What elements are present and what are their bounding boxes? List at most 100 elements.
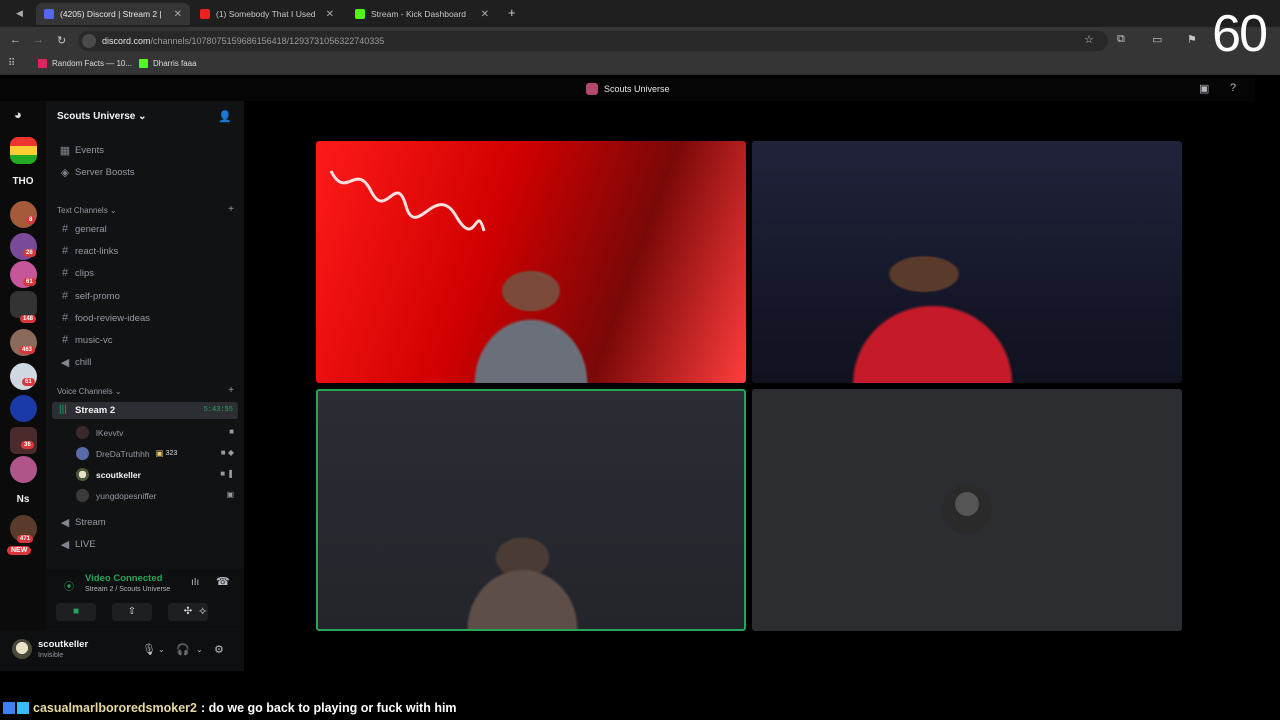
reload-icon[interactable]: ↻	[57, 34, 66, 47]
tab-youtube[interactable]: (1) Somebody That I Used ✕	[192, 3, 342, 25]
help-icon[interactable]: ?	[1230, 82, 1236, 94]
server-icon[interactable]	[10, 363, 37, 390]
profile-icon[interactable]: ⚑	[1187, 33, 1197, 46]
new-tab-icon[interactable]: +	[508, 5, 516, 20]
soundboard-icon[interactable]: ✧	[198, 605, 207, 618]
forward-icon[interactable]: →	[33, 34, 44, 46]
video-button[interactable]: ■	[56, 603, 96, 621]
chevron-down-icon[interactable]: ⌄	[196, 645, 203, 654]
bookmark-favicon-icon	[38, 59, 47, 68]
hash-icon: #	[61, 290, 69, 302]
chevron-down-icon[interactable]: ⌄	[158, 645, 165, 654]
add-channel-icon[interactable]: +	[228, 385, 234, 396]
hash-icon: #	[61, 245, 69, 257]
channel-general[interactable]: # general	[58, 223, 107, 235]
unread-badge: 471	[17, 535, 34, 543]
channel-food-review-ideas[interactable]: # food-review-ideas	[58, 312, 150, 324]
connection-channel[interactable]: Stream 2 / Scouts Universe	[85, 586, 170, 593]
video-tile-yungdopesniffer[interactable]	[752, 389, 1182, 631]
speaker-icon: ◀	[60, 357, 70, 369]
voice-user[interactable]: yungdopesniffer	[76, 489, 156, 502]
voice-channel-stream[interactable]: ◀ Stream	[58, 516, 106, 529]
new-badge: NEW	[7, 546, 32, 555]
address-toolbar: ← → ↻ discord.com/channels/1078075159686…	[0, 27, 1280, 55]
kick-favicon-icon	[355, 9, 365, 19]
hash-icon: #	[61, 223, 69, 235]
close-icon[interactable]: ✕	[326, 9, 334, 20]
user-status: Invisible	[38, 652, 64, 659]
invite-icon[interactable]: 👤	[218, 110, 232, 123]
bookmarks-bar: ⠿ Random Facts — 10... Dharris faaa	[0, 55, 1280, 75]
server-label[interactable]: Ns	[0, 494, 46, 505]
text-channels-category[interactable]: Text Channels ⌄	[57, 206, 117, 215]
channel-react-links[interactable]: # react-links	[58, 245, 118, 257]
url-text: discord.com/channels/1078075159686156418…	[102, 36, 385, 46]
channel-chill[interactable]: ◀ chill	[58, 356, 92, 369]
add-channel-icon[interactable]: +	[228, 204, 234, 215]
bookmark-item[interactable]: Random Facts — 10...	[38, 59, 132, 68]
hash-icon: #	[61, 312, 69, 324]
channel-self-promo[interactable]: # self-promo	[58, 290, 120, 302]
voice-channels-category[interactable]: Voice Channels ⌄	[57, 387, 122, 396]
tab-kick[interactable]: Stream - Kick Dashboard ✕	[347, 3, 497, 25]
connection-status: Video Connected	[85, 573, 163, 584]
voice-timer: 5:43:55	[203, 406, 233, 414]
microphone-icon[interactable]: 🎙	[142, 643, 156, 656]
noise-suppression-icon[interactable]: ıIı	[191, 577, 199, 588]
disconnect-icon[interactable]: ☎	[216, 575, 230, 588]
back-icon[interactable]: ←	[10, 34, 21, 46]
video-tile-dredatruthhh[interactable]	[752, 141, 1182, 383]
inbox-icon[interactable]: ▣	[1199, 82, 1209, 95]
bookmark-item[interactable]: Dharris faaa	[139, 59, 197, 68]
chevron-down-icon: ⌄	[138, 111, 147, 122]
screen-share-button[interactable]: ⇧	[112, 603, 152, 621]
events-item[interactable]: ▦ Events	[58, 144, 104, 157]
tab-discord[interactable]: (4205) Discord | Stream 2 | ✕	[36, 3, 190, 25]
video-tile-scoutkeller-speaking[interactable]	[316, 389, 746, 631]
screen-share-icon: ▣	[226, 490, 234, 499]
headphones-icon[interactable]: 🎧	[176, 643, 190, 656]
voice-user[interactable]: DreDaTruthhh ▣ 323	[76, 447, 177, 460]
server-icon[interactable]	[10, 137, 37, 164]
server-name-header[interactable]: Scouts Universe ⌄	[57, 111, 147, 122]
voice-user[interactable]: scoutkeller	[76, 468, 141, 481]
apps-grid-icon[interactable]: ⠿	[8, 58, 15, 69]
channel-clips[interactable]: # clips	[58, 267, 94, 279]
tab-title: Stream - Kick Dashboard	[371, 9, 466, 19]
user-panel: scoutkeller Invisible 🎙 ⌄ 🎧 ⌄ ⚙	[0, 630, 244, 671]
voice-connection-panel: ⦿ Video Connected Stream 2 / Scouts Univ…	[46, 569, 244, 629]
avatar[interactable]	[12, 639, 32, 659]
server-icon[interactable]	[10, 456, 37, 483]
discord-home-icon[interactable]: ◕	[14, 107, 22, 122]
audio-icon[interactable]: ◀	[16, 8, 23, 19]
site-info-icon[interactable]	[82, 34, 96, 48]
voice-channel-stream-2[interactable]: ||| Stream 2 5:43:55	[52, 402, 238, 419]
extensions-icon[interactable]: ⧉	[1117, 33, 1125, 46]
cast-icon[interactable]: ▭	[1152, 33, 1162, 46]
discord-favicon-icon	[44, 9, 54, 19]
gear-icon[interactable]: ⚙	[214, 643, 224, 656]
neon-sign-graphic	[329, 170, 486, 232]
avatar	[76, 489, 89, 502]
camera-icon: ■ ❚	[220, 469, 234, 478]
youtube-favicon-icon	[200, 9, 210, 19]
server-icon[interactable]	[10, 291, 37, 318]
server-boosts-item[interactable]: ◈ Server Boosts	[58, 166, 135, 179]
tab-title: (4205) Discord | Stream 2 |	[60, 9, 162, 19]
bookmark-star-icon[interactable]: ☆	[1084, 33, 1094, 46]
server-label[interactable]: THO	[0, 176, 46, 187]
channel-music-vc[interactable]: # music-vc	[58, 334, 113, 346]
video-tile-lkevvtv[interactable]	[316, 141, 746, 383]
voice-channel-live[interactable]: ◀ LIVE	[58, 538, 96, 551]
close-icon[interactable]: ✕	[481, 9, 489, 20]
discord-title-bar: Scouts Universe ▣ ?	[0, 79, 1255, 101]
voice-user[interactable]: lKevvtv	[76, 426, 123, 439]
server-icon[interactable]	[10, 395, 37, 422]
medal-icon: ▣	[155, 448, 164, 458]
browser-tab-bar: ◀ (4205) Discord | Stream 2 | ✕ (1) Some…	[0, 0, 1280, 27]
server-icon[interactable]	[10, 201, 37, 228]
username[interactable]: scoutkeller	[38, 639, 88, 650]
close-icon[interactable]: ✕	[174, 9, 182, 20]
camera-icon: ■ ◆	[220, 448, 234, 457]
address-bar[interactable]: discord.com/channels/1078075159686156418…	[78, 31, 1108, 51]
